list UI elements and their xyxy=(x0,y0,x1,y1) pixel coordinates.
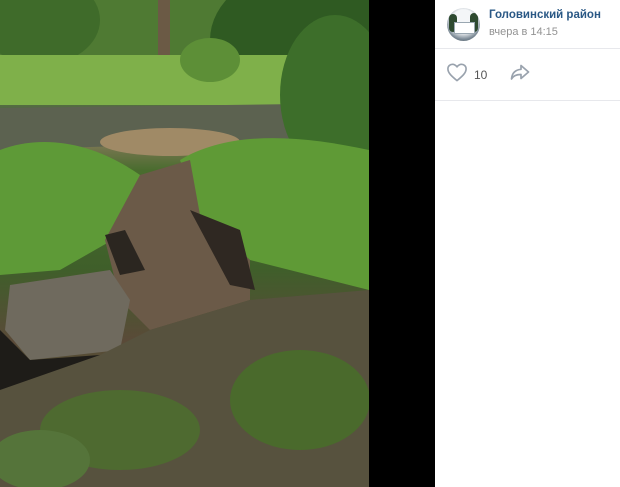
viewer-backdrop xyxy=(369,0,435,487)
like-button[interactable]: 10 xyxy=(446,62,487,87)
post-header: Головинский район вчера в 14:15 xyxy=(435,0,620,49)
post-meta: Головинский район вчера в 14:15 xyxy=(489,8,601,40)
share-arrow-icon xyxy=(510,64,530,85)
heart-icon xyxy=(446,62,468,87)
post-time[interactable]: вчера в 14:15 xyxy=(489,25,601,40)
author-avatar[interactable] xyxy=(447,7,480,41)
avatar-building xyxy=(454,21,475,34)
post-side-panel: Головинский район вчера в 14:15 10 xyxy=(435,0,620,487)
post-photo[interactable] xyxy=(0,0,369,487)
share-button[interactable] xyxy=(510,64,530,85)
post-actions: 10 xyxy=(435,49,620,101)
photo-scene xyxy=(0,0,369,487)
author-name-link[interactable]: Головинский район xyxy=(489,8,601,23)
like-count: 10 xyxy=(474,67,488,82)
